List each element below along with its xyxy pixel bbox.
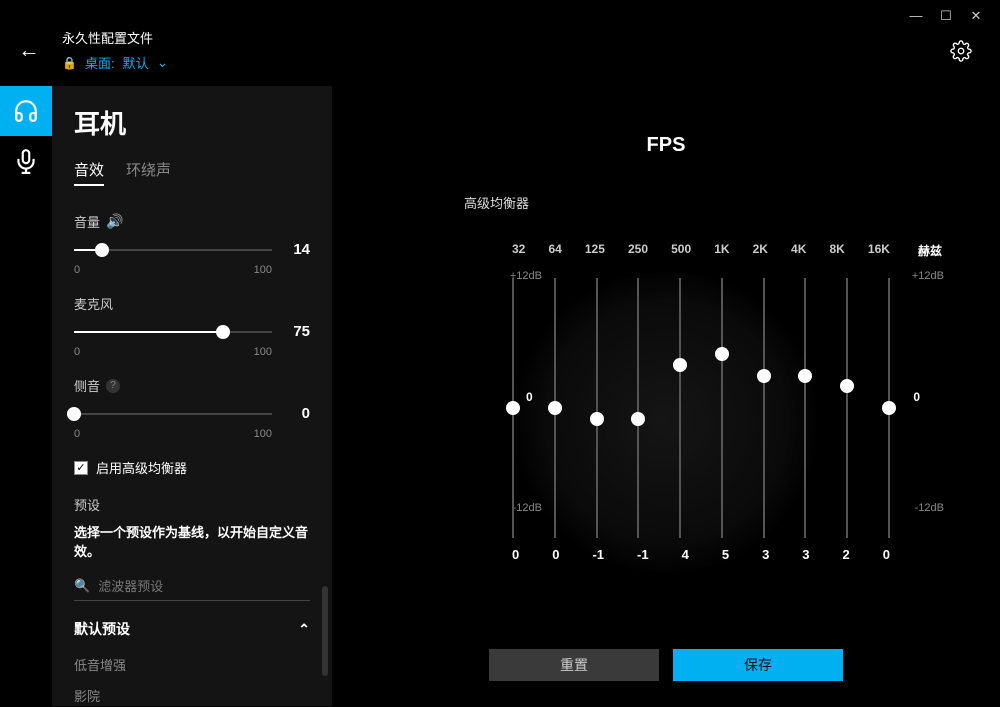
- mic-label: 麦克风: [74, 294, 113, 313]
- panel-scrollbar[interactable]: [322, 586, 328, 676]
- eq-slider-8K[interactable]: [846, 278, 848, 538]
- freq-label: 4K: [791, 242, 806, 256]
- volume-value: 14: [284, 241, 310, 258]
- profile-title: 永久性配置文件: [62, 28, 168, 47]
- eq-slider-32[interactable]: [512, 278, 514, 538]
- maximize-button[interactable]: ☐: [936, 8, 956, 24]
- db-bottom-right: -12dB: [915, 502, 944, 514]
- eq-slider-500[interactable]: [679, 278, 681, 538]
- microphone-icon: [13, 148, 39, 174]
- volume-label: 音量: [74, 212, 100, 231]
- db-top-right: +12dB: [912, 270, 944, 282]
- enable-eq-label: 启用高级均衡器: [96, 458, 187, 477]
- freq-label: 1K: [714, 242, 729, 256]
- chevron-up-icon: ⌃: [298, 621, 310, 638]
- volume-icon: 🔊: [106, 213, 123, 230]
- eq-value: 0: [512, 547, 519, 562]
- eq-slider-16K[interactable]: [888, 278, 890, 538]
- close-button[interactable]: ✕: [966, 8, 986, 24]
- eq-subtitle: 高级均衡器: [464, 193, 1000, 212]
- lock-icon: 🔒: [62, 56, 77, 70]
- default-presets-header[interactable]: 默认预设 ⌃: [74, 619, 310, 639]
- gear-icon: [950, 40, 972, 62]
- tab-audio[interactable]: 音效: [74, 159, 104, 186]
- eq-value: 3: [802, 547, 809, 562]
- eq-value: -1: [592, 547, 604, 562]
- hz-label: 赫兹: [918, 242, 942, 259]
- eq-slider-1K[interactable]: [721, 278, 723, 538]
- volume-slider[interactable]: [74, 249, 272, 251]
- sidetone-value: 0: [284, 405, 310, 422]
- sidebar-tab-headphones[interactable]: [0, 86, 52, 136]
- reset-button[interactable]: 重置: [489, 649, 659, 681]
- desktop-label: 桌面:: [85, 53, 115, 72]
- preset-cinema[interactable]: 影院: [74, 680, 310, 706]
- help-icon[interactable]: ?: [106, 379, 120, 393]
- panel-title: 耳机: [74, 104, 310, 141]
- zero-right: 0: [913, 390, 920, 404]
- eq-value: 2: [843, 547, 850, 562]
- mic-slider[interactable]: [74, 331, 272, 333]
- chevron-down-icon: ⌄: [157, 54, 169, 71]
- preset-description: 选择一个预设作为基线，以开始自定义音效。: [74, 522, 310, 560]
- freq-label: 8K: [829, 242, 844, 256]
- sidetone-slider[interactable]: [74, 413, 272, 415]
- eq-slider-64[interactable]: [554, 278, 556, 538]
- desktop-value: 默认: [123, 53, 149, 72]
- freq-label: 250: [628, 242, 648, 256]
- headphones-icon: [13, 98, 39, 124]
- eq-area: 32641252505001K2K4K8K16K 赫兹 +12dB +12dB …: [382, 242, 950, 562]
- freq-label: 16K: [868, 242, 890, 256]
- preset-heading: 预设: [74, 495, 310, 514]
- back-button[interactable]: ←: [18, 37, 40, 63]
- checkbox-icon: ✓: [74, 461, 88, 475]
- eq-value: 4: [682, 547, 689, 562]
- enable-eq-checkbox[interactable]: ✓ 启用高级均衡器: [74, 458, 310, 477]
- search-input[interactable]: [98, 579, 310, 594]
- freq-label: 125: [585, 242, 605, 256]
- freq-label: 32: [512, 242, 525, 256]
- search-icon: 🔍: [74, 578, 90, 594]
- preset-search[interactable]: 🔍: [74, 578, 310, 601]
- eq-slider-125[interactable]: [596, 278, 598, 538]
- eq-slider-2K[interactable]: [763, 278, 765, 538]
- eq-slider-250[interactable]: [637, 278, 639, 538]
- eq-value: 0: [552, 547, 559, 562]
- profile-selector[interactable]: 🔒 桌面: 默认 ⌄: [62, 53, 168, 72]
- sidebar-tab-microphone[interactable]: [0, 136, 52, 186]
- settings-button[interactable]: [950, 40, 972, 65]
- mic-value: 75: [284, 323, 310, 340]
- preset-bass-boost[interactable]: 低音增强: [74, 649, 310, 680]
- freq-label: 2K: [753, 242, 768, 256]
- minimize-button[interactable]: —: [906, 8, 926, 24]
- eq-title: FPS: [332, 134, 1000, 157]
- save-button[interactable]: 保存: [673, 649, 843, 681]
- freq-label: 500: [671, 242, 691, 256]
- eq-value: 0: [883, 547, 890, 562]
- eq-value: 5: [722, 547, 729, 562]
- freq-label: 64: [548, 242, 561, 256]
- sidetone-label: 侧音: [74, 376, 100, 395]
- eq-slider-4K[interactable]: [804, 278, 806, 538]
- eq-value: -1: [637, 547, 649, 562]
- eq-value: 3: [762, 547, 769, 562]
- tab-surround[interactable]: 环绕声: [126, 159, 171, 186]
